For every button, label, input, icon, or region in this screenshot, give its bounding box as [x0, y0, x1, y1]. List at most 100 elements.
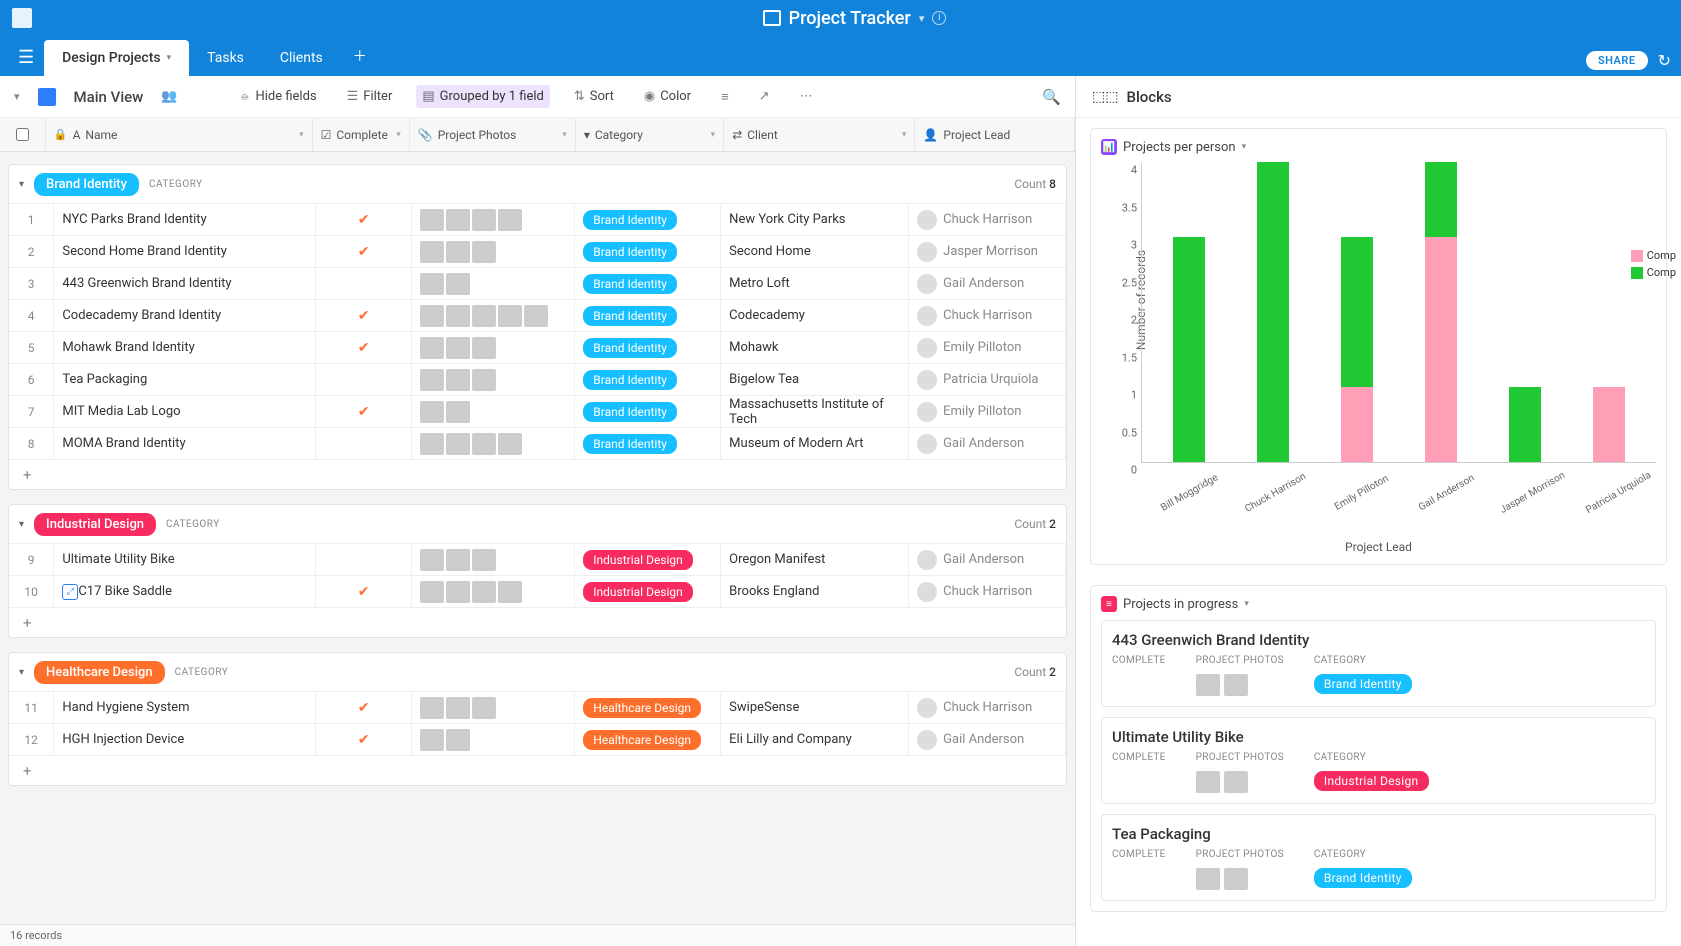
- cell-complete[interactable]: [316, 268, 412, 299]
- table-row[interactable]: 12 HGH Injection Device ✔ Healthcare Des…: [9, 723, 1066, 755]
- cell-lead[interactable]: Gail Anderson: [909, 544, 1066, 575]
- cell-photos[interactable]: [412, 428, 575, 459]
- share-view-button[interactable]: ↗: [753, 85, 776, 108]
- photo-thumbnail[interactable]: [446, 729, 470, 751]
- row-height-button[interactable]: ≡: [715, 85, 735, 109]
- photo-thumbnail[interactable]: [446, 581, 470, 603]
- cell-name[interactable]: HGH Injection Device: [54, 724, 316, 755]
- photo-thumbnail[interactable]: [472, 369, 496, 391]
- photo-thumbnail[interactable]: [524, 305, 548, 327]
- photo-thumbnail[interactable]: [446, 305, 470, 327]
- share-button[interactable]: SHARE: [1586, 51, 1648, 70]
- cell-category[interactable]: Brand Identity: [575, 364, 721, 395]
- cell-name[interactable]: Second Home Brand Identity: [54, 236, 316, 267]
- cell-category[interactable]: Brand Identity: [575, 396, 721, 427]
- table-row[interactable]: 7 MIT Media Lab Logo ✔ Brand Identity Ma…: [9, 395, 1066, 427]
- cell-photos[interactable]: [412, 576, 575, 607]
- bar-segment-complete[interactable]: [1425, 162, 1457, 237]
- progress-card[interactable]: Tea Packaging COMPLETE PROJECT PHOTOS CA…: [1101, 814, 1656, 901]
- cell-category[interactable]: Brand Identity: [575, 236, 721, 267]
- grid-body[interactable]: ▾ Brand Identity CATEGORY Count 81 NYC P…: [0, 152, 1075, 924]
- photo-thumbnail[interactable]: [420, 549, 444, 571]
- header-name[interactable]: 🔒AName▾: [46, 118, 313, 151]
- photo-thumbnail[interactable]: [446, 697, 470, 719]
- menu-icon[interactable]: ☰: [10, 39, 42, 76]
- tab-clients[interactable]: Clients: [262, 40, 341, 76]
- table-row[interactable]: 2 Second Home Brand Identity ✔ Brand Ide…: [9, 235, 1066, 267]
- table-row[interactable]: 8 MOMA Brand Identity Brand Identity Mus…: [9, 427, 1066, 459]
- cell-category[interactable]: Industrial Design: [575, 576, 721, 607]
- cell-category[interactable]: Brand Identity: [575, 332, 721, 363]
- cell-photos[interactable]: [412, 692, 575, 723]
- more-button[interactable]: ⋯: [794, 85, 819, 108]
- photo-thumbnail[interactable]: [498, 433, 522, 455]
- cell-client[interactable]: New York City Parks: [721, 204, 909, 235]
- table-row[interactable]: 1 NYC Parks Brand Identity ✔ Brand Ident…: [9, 203, 1066, 235]
- header-complete[interactable]: ☑Complete▾: [313, 118, 410, 151]
- photo-thumbnail[interactable]: [420, 433, 444, 455]
- search-icon[interactable]: 🔍: [1042, 88, 1061, 106]
- chevron-down-icon[interactable]: ▾: [1244, 599, 1249, 609]
- table-row[interactable]: 9 Ultimate Utility Bike Industrial Desig…: [9, 543, 1066, 575]
- cell-photos[interactable]: [412, 236, 575, 267]
- photo-thumbnail[interactable]: [446, 369, 470, 391]
- header-category[interactable]: ▾Category▾: [576, 118, 724, 151]
- photo-thumbnail[interactable]: [446, 241, 470, 263]
- photo-thumbnail[interactable]: [498, 209, 522, 231]
- cell-client[interactable]: Metro Loft: [721, 268, 909, 299]
- chevron-down-icon[interactable]: ▾: [562, 130, 567, 140]
- chart-block-title[interactable]: Projects per person: [1123, 140, 1236, 155]
- cell-category[interactable]: Industrial Design: [575, 544, 721, 575]
- bar-segment-complete[interactable]: [1257, 162, 1289, 462]
- cell-photos[interactable]: [412, 396, 575, 427]
- photo-thumbnail[interactable]: [420, 337, 444, 359]
- hide-fields-button[interactable]: ⦵Hide fields: [234, 85, 323, 108]
- cell-photos[interactable]: [412, 544, 575, 575]
- group-collapse-icon[interactable]: ▾: [19, 519, 24, 530]
- chevron-down-icon[interactable]: ▾: [167, 53, 172, 63]
- photo-thumbnail[interactable]: [472, 433, 496, 455]
- cell-photos[interactable]: [412, 332, 575, 363]
- cell-client[interactable]: Eli Lilly and Company: [721, 724, 909, 755]
- cell-lead[interactable]: Emily Pilloton: [909, 332, 1066, 363]
- cell-lead[interactable]: Chuck Harrison: [909, 204, 1066, 235]
- cell-name[interactable]: Codecademy Brand Identity: [54, 300, 316, 331]
- tab-design-projects[interactable]: Design Projects▾: [44, 40, 189, 76]
- photo-thumbnail[interactable]: [498, 581, 522, 603]
- photo-thumbnail[interactable]: [446, 549, 470, 571]
- cell-category[interactable]: Brand Identity: [575, 204, 721, 235]
- bar-segment-complete[interactable]: [1341, 237, 1373, 387]
- bar-segment-incomplete[interactable]: [1341, 387, 1373, 462]
- add-row-button[interactable]: +: [9, 755, 1066, 785]
- photo-thumbnail[interactable]: [472, 305, 496, 327]
- cell-lead[interactable]: Chuck Harrison: [909, 576, 1066, 607]
- cell-complete[interactable]: [316, 544, 412, 575]
- photo-thumbnail[interactable]: [472, 697, 496, 719]
- chevron-down-icon[interactable]: ▾: [299, 130, 304, 140]
- photo-thumbnail[interactable]: [420, 273, 444, 295]
- photo-thumbnail[interactable]: [498, 305, 522, 327]
- cell-client[interactable]: Brooks England: [721, 576, 909, 607]
- photo-thumbnail[interactable]: [420, 401, 444, 423]
- cell-complete[interactable]: ✔: [316, 332, 412, 363]
- bar-segment-complete[interactable]: [1173, 237, 1205, 462]
- cell-client[interactable]: Oregon Manifest: [721, 544, 909, 575]
- view-name[interactable]: Main View: [74, 88, 144, 106]
- cell-complete[interactable]: ✔: [316, 204, 412, 235]
- app-title[interactable]: Project Tracker: [789, 8, 911, 29]
- cell-complete[interactable]: [316, 364, 412, 395]
- cell-lead[interactable]: Chuck Harrison: [909, 692, 1066, 723]
- cell-client[interactable]: Second Home: [721, 236, 909, 267]
- cell-client[interactable]: Mohawk: [721, 332, 909, 363]
- app-logo[interactable]: [12, 8, 32, 28]
- bar-segment-incomplete[interactable]: [1425, 237, 1457, 462]
- collaborators-icon[interactable]: 👥: [161, 89, 177, 104]
- cell-category[interactable]: Brand Identity: [575, 300, 721, 331]
- header-lead[interactable]: 👤Project Lead: [915, 118, 1075, 151]
- photo-thumbnail[interactable]: [472, 337, 496, 359]
- bar-segment-complete[interactable]: [1509, 387, 1541, 462]
- photo-thumbnail[interactable]: [472, 549, 496, 571]
- add-row-button[interactable]: +: [9, 459, 1066, 489]
- cell-photos[interactable]: [412, 300, 575, 331]
- filter-button[interactable]: ☰Filter: [341, 85, 399, 108]
